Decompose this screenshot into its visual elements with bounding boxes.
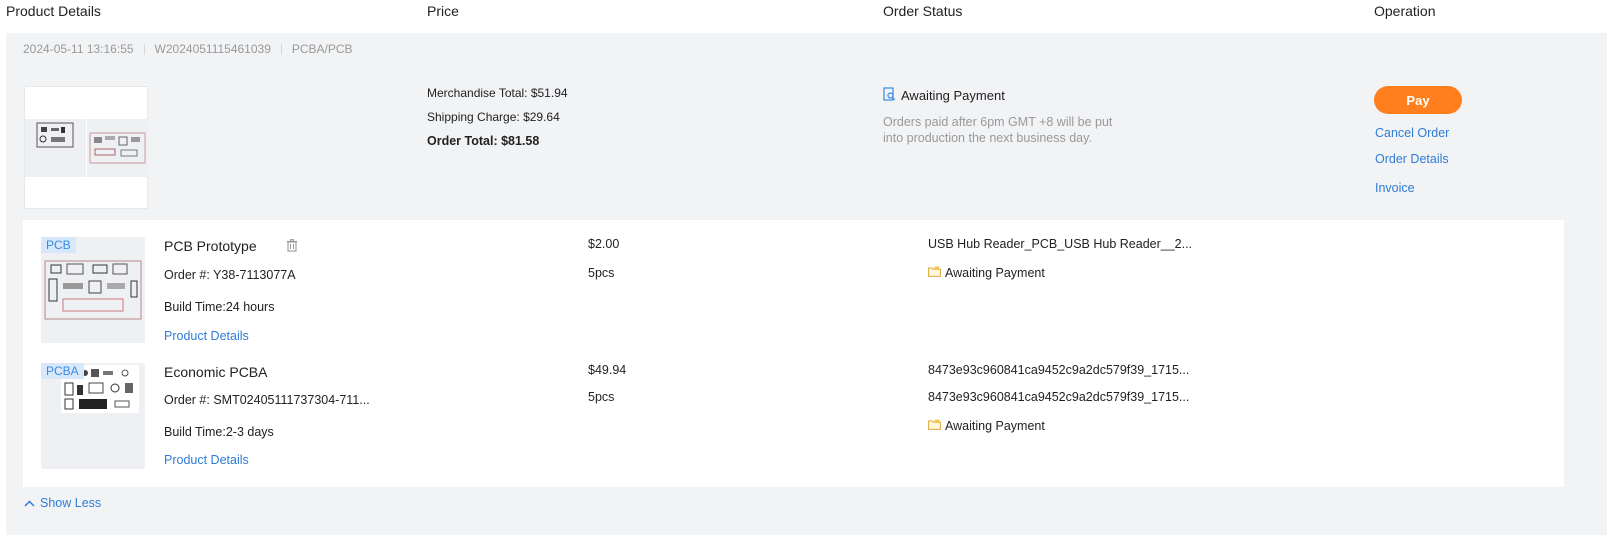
pcba-thumbnail[interactable]: PCBA: [41, 363, 145, 469]
order-details-link[interactable]: Order Details: [1375, 152, 1449, 166]
pcb-image-left: [25, 119, 86, 177]
item-build-time: Build Time:24 hours: [164, 300, 275, 314]
col-order-status: Order Status: [883, 3, 963, 19]
item-quantity: 5pcs: [588, 390, 615, 404]
order-number: W2024051115461039: [154, 42, 271, 56]
order-meta: 2024-05-11 13:16:55 W2024051115461039 PC…: [23, 42, 353, 56]
product-details-link[interactable]: Product Details: [164, 453, 249, 467]
divider: [143, 43, 145, 55]
item-title: Economic PCBA: [164, 364, 268, 380]
trash-icon[interactable]: [286, 239, 298, 255]
item-order-number: Order #: SMT02405111737304-711...: [164, 393, 370, 407]
pcb-thumbnail[interactable]: PCB: [41, 237, 145, 343]
order-datetime: 2024-05-11 13:16:55: [23, 42, 134, 56]
invoice-link[interactable]: Invoice: [1375, 181, 1415, 195]
order-thumbnail[interactable]: [24, 86, 148, 209]
item-tag: PCB: [41, 237, 76, 253]
item-file-name: 8473e93c960841ca9452c9a2dc579f39_1715...: [928, 363, 1190, 377]
order-status-label: Awaiting Payment: [901, 88, 1005, 103]
pcb-image-right: [87, 119, 148, 177]
item-status-label: Awaiting Payment: [945, 266, 1045, 280]
item-status: Awaiting Payment: [928, 266, 1045, 280]
status-note: Orders paid after 6pm GMT +8 will be put…: [883, 115, 1113, 145]
folder-icon: [928, 266, 941, 280]
order-total: Order Total: $81.58: [427, 134, 540, 148]
order-category: PCBA/PCB: [291, 42, 353, 56]
col-operation: Operation: [1374, 3, 1436, 19]
folder-icon: [928, 419, 941, 433]
table-header: Product Details Price Order Status Opera…: [0, 0, 1607, 32]
pay-button[interactable]: Pay: [1374, 86, 1462, 114]
item-status: Awaiting Payment: [928, 419, 1045, 433]
item-price: $49.94: [588, 363, 627, 377]
col-product-details: Product Details: [6, 3, 101, 19]
merchandise-total: Merchandise Total: $51.94: [427, 86, 568, 100]
order-status: Awaiting Payment: [883, 87, 1005, 104]
chevron-up-icon: [24, 496, 35, 510]
order-items-panel: PCB PCB Prototype Order #: Y38-7113077A …: [23, 220, 1564, 487]
shipping-charge: Shipping Charge: $29.64: [427, 110, 560, 124]
show-less-toggle[interactable]: Show Less: [24, 496, 101, 510]
show-less-label: Show Less: [40, 496, 102, 510]
col-price: Price: [427, 3, 459, 19]
product-details-link[interactable]: Product Details: [164, 329, 249, 343]
item-title: PCB Prototype: [164, 238, 257, 254]
cancel-order-link[interactable]: Cancel Order: [1375, 126, 1449, 140]
item-status-label: Awaiting Payment: [945, 419, 1045, 433]
search-doc-icon: [883, 87, 896, 104]
item-order-number: Order #: Y38-7113077A: [164, 268, 296, 282]
pcb-layout-icon: [36, 122, 74, 148]
item-file-name-2: 8473e93c960841ca9452c9a2dc579f39_1715...: [928, 390, 1190, 404]
item-quantity: 5pcs: [588, 266, 615, 280]
item-file-name: USB Hub Reader_PCB_USB Hub Reader__2...: [928, 237, 1193, 251]
item-build-time: Build Time:2-3 days: [164, 425, 274, 439]
item-tag: PCBA: [41, 363, 84, 379]
pcb-layout-icon: [89, 132, 146, 164]
item-price: $2.00: [588, 237, 620, 251]
divider: [280, 43, 282, 55]
